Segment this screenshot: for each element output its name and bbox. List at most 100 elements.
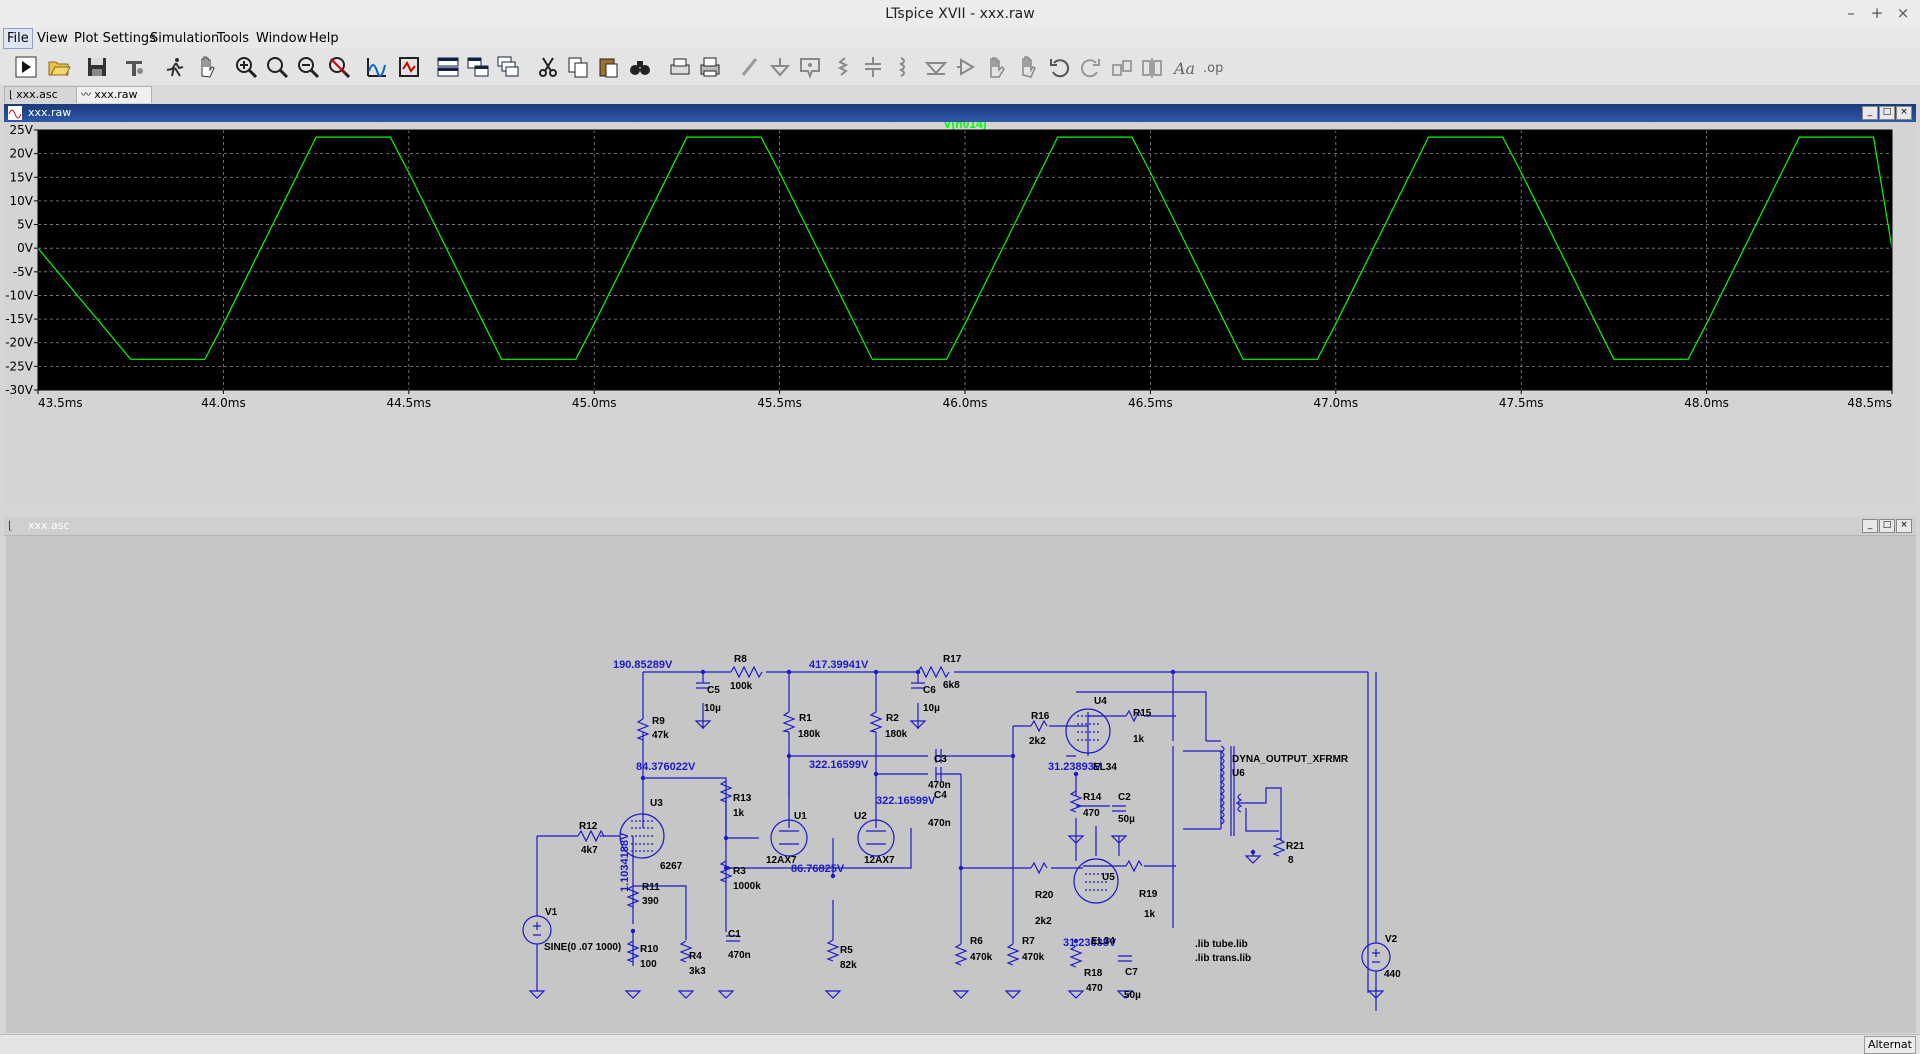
component-ref[interactable]: R13 (733, 793, 752, 804)
component-ref[interactable]: R14 (1083, 792, 1102, 803)
open-icon[interactable] (47, 55, 71, 79)
spice-directive-icon[interactable]: .op (1202, 55, 1226, 79)
node-label[interactable]: 86.76825V (791, 863, 845, 875)
component-ref[interactable]: R20 (1035, 890, 1054, 901)
waveform-window-titlebar[interactable]: xxx.raw _ □ × (4, 104, 1916, 122)
component-ref[interactable]: C7 (1125, 967, 1138, 978)
component-ref[interactable]: R1 (799, 713, 812, 724)
menu-view[interactable]: View (34, 28, 71, 49)
component-ref[interactable]: R6 (970, 936, 983, 947)
node-label[interactable]: 322.16599V (876, 795, 936, 807)
sub-close-button[interactable]: × (1896, 519, 1912, 533)
component-ref[interactable]: R7 (1022, 936, 1035, 947)
component-ref[interactable]: R16 (1031, 711, 1050, 722)
component-ref[interactable]: R12 (579, 821, 598, 832)
text-icon[interactable]: Aa (1172, 55, 1196, 79)
component-ref[interactable]: C3 (934, 754, 947, 765)
component-ref[interactable]: U3 (650, 798, 663, 809)
cut-icon[interactable] (536, 55, 560, 79)
component-ref[interactable]: C1 (728, 929, 741, 940)
zoom-in-icon[interactable] (234, 55, 258, 79)
zoom-out-icon[interactable] (296, 55, 320, 79)
copy-icon[interactable] (566, 55, 590, 79)
node-label[interactable]: 1.1034188V (619, 832, 631, 892)
diode-icon[interactable] (924, 55, 948, 79)
component-ref[interactable]: C2 (1118, 792, 1131, 803)
sub-minimize-button[interactable]: _ (1862, 519, 1878, 533)
component-ref[interactable]: R17 (943, 654, 962, 665)
label-net-icon[interactable] (798, 55, 822, 79)
menu-help[interactable]: Help (306, 28, 342, 49)
drag-icon[interactable] (1016, 55, 1040, 79)
sub-minimize-button[interactable]: _ (1862, 106, 1878, 120)
node-label[interactable]: 322.16599V (809, 759, 869, 771)
cascade-icon[interactable] (496, 55, 520, 79)
component-ref[interactable]: R18 (1084, 968, 1103, 979)
tile-vertical-icon[interactable] (466, 55, 490, 79)
pan-icon[interactable] (195, 55, 219, 79)
resistor-icon[interactable] (831, 55, 855, 79)
spice-directive[interactable]: .lib tube.lib (1195, 939, 1248, 950)
waveform-pane[interactable]: 25V 20V 15V 10V 5V 0V -5V -10V -15V -20V -25V -30V … (4, 117, 1916, 504)
redo-icon[interactable] (1078, 55, 1102, 79)
wire-icon[interactable] (738, 55, 762, 79)
menu-plot-settings[interactable]: Plot Settings (71, 28, 159, 49)
save-icon[interactable] (85, 55, 109, 79)
component-ref[interactable]: R11 (642, 882, 660, 893)
inductor-icon[interactable] (891, 55, 915, 79)
print-icon[interactable] (698, 55, 722, 79)
component-ref[interactable]: R10 (640, 944, 659, 955)
component-ref[interactable]: U2 (854, 811, 867, 822)
halt-icon[interactable] (163, 55, 187, 79)
component-value[interactable]: DYNA_OUTPUT_XFRMR (1232, 754, 1349, 765)
component-ref[interactable]: C6 (923, 685, 936, 696)
control-panel-icon[interactable] (122, 55, 146, 79)
component-ref[interactable]: C5 (707, 685, 720, 696)
autorange-icon[interactable] (365, 55, 389, 79)
mirror-icon[interactable] (1140, 55, 1164, 79)
component-ref[interactable]: V1 (545, 907, 558, 918)
paste-icon[interactable] (596, 55, 620, 79)
menu-window[interactable]: Window (253, 28, 310, 49)
component-ref[interactable]: R8 (734, 654, 747, 665)
move-icon[interactable] (986, 55, 1010, 79)
node-label[interactable]: 84.376022V (636, 761, 696, 773)
node-label[interactable]: 190.85289V (613, 659, 673, 671)
node-label[interactable]: 417.39941V (809, 659, 869, 671)
component-ref[interactable]: V2 (1385, 934, 1398, 945)
find-icon[interactable] (628, 55, 652, 79)
menu-tools[interactable]: Tools (214, 28, 252, 49)
schematic-window-titlebar[interactable]: ⌊ xxx.asc _ □ × (4, 517, 1916, 536)
component-ref[interactable]: C4 (934, 790, 947, 801)
maximize-button[interactable]: + (1866, 4, 1888, 22)
undo-icon[interactable] (1048, 55, 1072, 79)
component-ref[interactable]: R5 (840, 945, 853, 956)
ground-icon[interactable] (768, 55, 792, 79)
capacitor-icon[interactable] (861, 55, 885, 79)
component-ref[interactable]: R9 (652, 716, 665, 727)
zoom-area-icon[interactable] (265, 55, 289, 79)
component-ref[interactable]: U1 (794, 811, 807, 822)
menu-file[interactable]: File (3, 28, 33, 49)
tab-xxx-raw[interactable]: 〰 xxx.raw (76, 86, 152, 103)
component-ref[interactable]: U4 (1094, 696, 1107, 707)
component-icon[interactable] (954, 55, 978, 79)
waveform-plot[interactable]: 25V20V15V10V5V0V-5V-10V-15V-20V-25V-30V … (4, 117, 1916, 504)
run-icon[interactable] (14, 55, 38, 79)
rotate-icon[interactable] (1110, 55, 1134, 79)
component-ref[interactable]: R15 (1133, 708, 1152, 719)
sub-maximize-button[interactable]: □ (1879, 106, 1895, 120)
sub-maximize-button[interactable]: □ (1879, 519, 1895, 533)
component-ref[interactable]: R4 (689, 951, 702, 962)
zoom-fit-icon[interactable] (327, 55, 351, 79)
menu-simulation[interactable]: Simulation (147, 28, 222, 49)
component-ref[interactable]: R21 (1286, 841, 1305, 852)
plot-settings-icon[interactable] (397, 55, 421, 79)
minimize-button[interactable]: – (1840, 4, 1862, 22)
component-ref[interactable]: R2 (886, 713, 899, 724)
sub-close-button[interactable]: × (1896, 106, 1912, 120)
schematic-drawing[interactable]: 190.85289V 417.39941V 84.376022V 322.165… (6, 536, 1916, 1033)
tab-xxx-asc[interactable]: ⌊ xxx.asc (4, 86, 80, 103)
spice-directive[interactable]: .lib trans.lib (1195, 953, 1251, 964)
component-ref[interactable]: R3 (733, 866, 746, 877)
